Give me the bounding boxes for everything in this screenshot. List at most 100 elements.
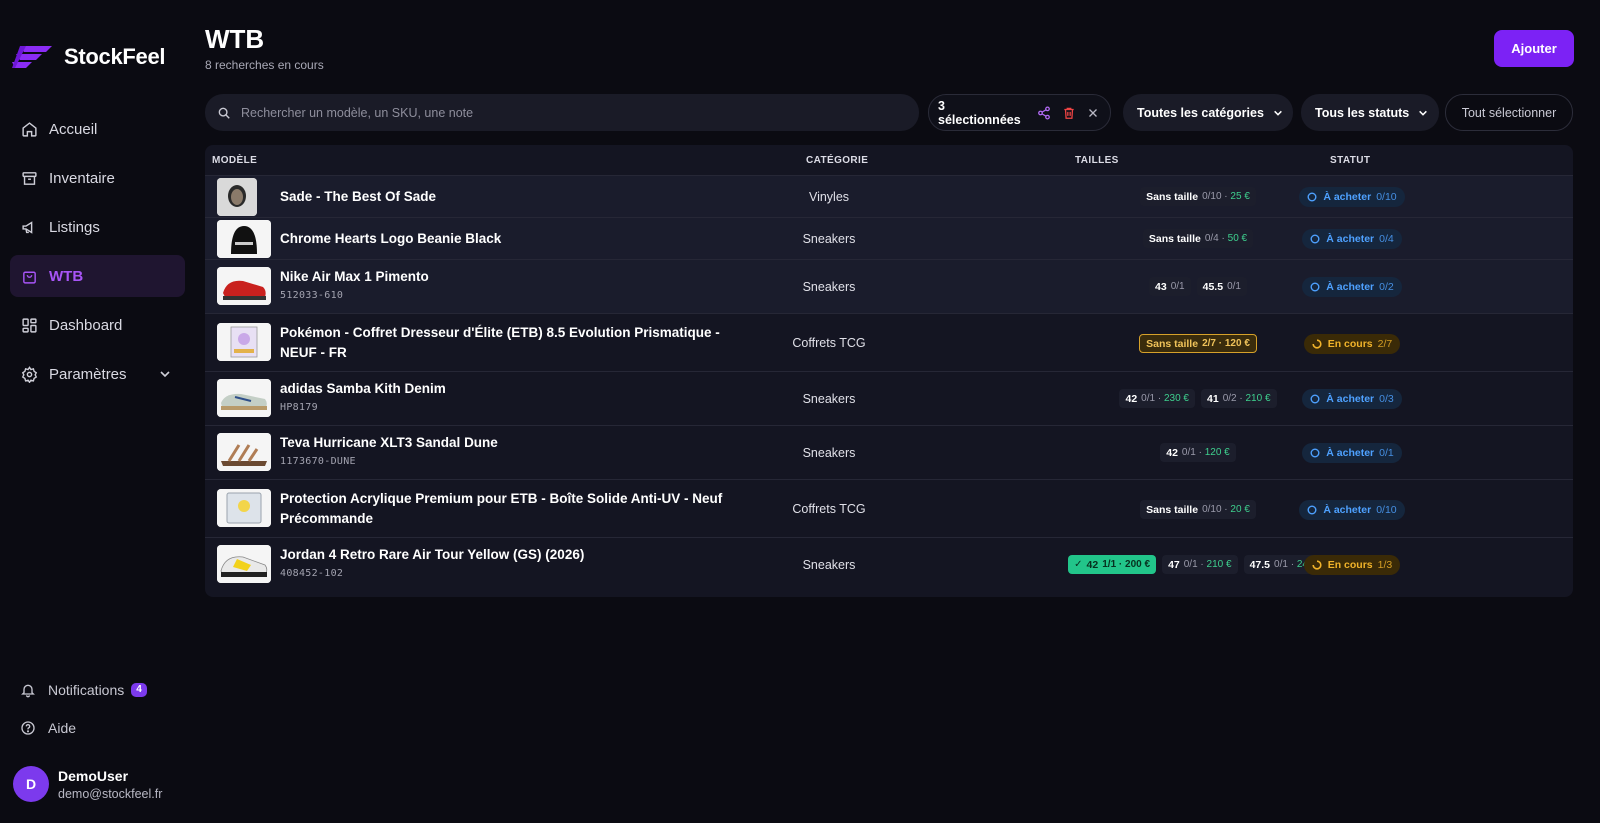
status-cell: À acheter 0/2 (1239, 277, 1465, 297)
table-row[interactable]: Nike Air Max 1 Pimento 512033-610 Sneake… (205, 259, 1573, 313)
product-thumbnail (217, 323, 271, 361)
circle-icon (1310, 234, 1320, 244)
selection-count: 3 sélectionnées (938, 98, 1021, 127)
selection-bar: 3 sélectionnées (928, 94, 1111, 131)
table-row[interactable]: Chrome Hearts Logo Beanie Black Sneakers… (205, 217, 1573, 259)
nav-item-listings[interactable]: Listings (10, 206, 185, 248)
product-name: Protection Acrylique Premium pour ETB - … (280, 491, 723, 526)
size-chip: 43 0/1 (1149, 277, 1191, 296)
megaphone-icon (20, 218, 38, 236)
product-category: Sneakers (802, 558, 856, 572)
home-icon (20, 120, 38, 138)
category-filter-label: Toutes les catégories (1137, 105, 1264, 120)
product-category: Coffrets TCG (792, 502, 866, 516)
product-thumbnail (217, 379, 271, 417)
chevron-down-icon[interactable] (159, 368, 171, 380)
nav-item-wtb[interactable]: WTB (10, 255, 185, 297)
notifications-label: Notifications (48, 682, 125, 698)
column-header-model[interactable]: MODÈLE (212, 155, 257, 166)
notifications-link[interactable]: Notifications 4 (20, 680, 147, 700)
nav-item-parametres[interactable]: Paramètres (10, 353, 185, 395)
avatar: D (13, 766, 49, 802)
share-icon[interactable] (1037, 105, 1051, 120)
dashboard-icon (20, 316, 38, 334)
search-bar[interactable] (205, 94, 919, 131)
product-sku: HP8179 (280, 402, 318, 413)
help-label: Aide (48, 720, 77, 736)
table-row[interactable]: Teva Hurricane XLT3 Sandal Dune 1173670-… (205, 425, 1573, 479)
product-thumbnail (217, 178, 257, 216)
table-header: MODÈLE CATÉGORIE TAILLES STATUT (205, 145, 1573, 175)
chevron-down-icon (1419, 110, 1428, 116)
bag-icon (20, 267, 38, 285)
spinner-icon (1312, 339, 1322, 349)
gear-icon (20, 365, 38, 383)
search-icon (218, 107, 230, 119)
table-row[interactable]: Jordan 4 Retro Rare Air Tour Yellow (GS)… (205, 537, 1573, 591)
status-cell: À acheter 0/10 (1239, 500, 1465, 520)
table-row[interactable]: Protection Acrylique Premium pour ETB - … (205, 479, 1573, 537)
status-cell: À acheter 0/3 (1239, 389, 1465, 409)
product-name: adidas Samba Kith Denim (280, 381, 446, 396)
user-name: DemoUser (58, 767, 129, 784)
product-sku: 512033-610 (280, 290, 344, 301)
nav-item-dashboard[interactable]: Dashboard (10, 304, 185, 346)
status-filter-label: Tous les statuts (1315, 105, 1410, 120)
search-input[interactable] (241, 105, 891, 120)
product-category: Coffrets TCG (792, 336, 866, 350)
column-header-category[interactable]: CATÉGORIE (806, 155, 868, 166)
nav-item-inventaire[interactable]: Inventaire (10, 157, 185, 199)
help-circle-icon (21, 721, 35, 735)
product-category: Sneakers (802, 280, 856, 294)
product-thumbnail (217, 433, 271, 471)
archive-icon (20, 169, 38, 187)
nav-label: Dashboard (49, 316, 123, 334)
nav-item-accueil[interactable]: Accueil (10, 108, 185, 150)
product-sku: 1173670-DUNE (280, 456, 356, 467)
status-filter-dropdown[interactable]: Tous les statuts (1301, 94, 1439, 131)
column-header-sizes[interactable]: TAILLES (1075, 155, 1119, 166)
bell-icon (21, 684, 35, 698)
brand[interactable]: StockFeel (12, 44, 166, 70)
circle-icon (1310, 282, 1320, 292)
column-header-status[interactable]: STATUT (1330, 155, 1370, 166)
nav-label: Inventaire (49, 169, 115, 187)
product-thumbnail (217, 220, 271, 258)
product-category: Sneakers (802, 446, 856, 460)
sidebar: StockFeel Accueil Inventaire Listings WT… (0, 0, 193, 823)
trash-icon[interactable] (1062, 105, 1076, 120)
product-sku: 408452-102 (280, 568, 344, 579)
main-nav: Accueil Inventaire Listings WTB Dashboar… (10, 108, 185, 402)
status-cell: En cours 1/3 (1239, 555, 1465, 575)
product-name: Teva Hurricane XLT3 Sandal Dune (280, 435, 498, 450)
nav-label: Paramètres (49, 365, 127, 383)
status-badge: À acheter 0/2 (1302, 277, 1402, 297)
product-name: Jordan 4 Retro Rare Air Tour Yellow (GS)… (280, 547, 585, 562)
stockfeel-logo-icon (12, 46, 52, 68)
table-row[interactable]: Pokémon - Coffret Dresseur d'Élite (ETB)… (205, 313, 1573, 371)
close-icon[interactable] (1086, 105, 1100, 120)
category-filter-dropdown[interactable]: Toutes les catégories (1123, 94, 1293, 131)
chevron-down-icon (1274, 110, 1282, 116)
status-badge: En cours 1/3 (1303, 555, 1401, 575)
circle-icon (1310, 448, 1320, 458)
status-badge: À acheter 0/4 (1302, 229, 1402, 249)
status-badge: À acheter 0/1 (1302, 443, 1402, 463)
sidebar-bottom: Notifications 4 Aide (20, 680, 147, 756)
product-name: Nike Air Max 1 Pimento (280, 269, 429, 284)
status-cell: À acheter 0/1 (1239, 443, 1465, 463)
nav-label: WTB (49, 267, 84, 285)
table-row[interactable]: Sade - The Best Of Sade Vinyles Sans tai… (205, 175, 1573, 217)
add-button[interactable]: Ajouter (1494, 30, 1574, 67)
circle-icon (1310, 394, 1320, 404)
user-profile[interactable]: D DemoUser demo@stockfeel.fr (13, 766, 162, 802)
page-title: WTB (205, 24, 265, 54)
nav-label: Accueil (49, 120, 98, 138)
status-badge: À acheter 0/10 (1299, 500, 1405, 520)
user-email: demo@stockfeel.fr (58, 786, 163, 801)
table-row[interactable]: adidas Samba Kith Denim HP8179 Sneakers … (205, 371, 1573, 425)
help-link[interactable]: Aide (20, 718, 147, 738)
select-all-button[interactable]: Tout sélectionner (1445, 94, 1573, 131)
status-badge: En cours 2/7 (1303, 334, 1401, 354)
product-category: Sneakers (802, 392, 856, 406)
